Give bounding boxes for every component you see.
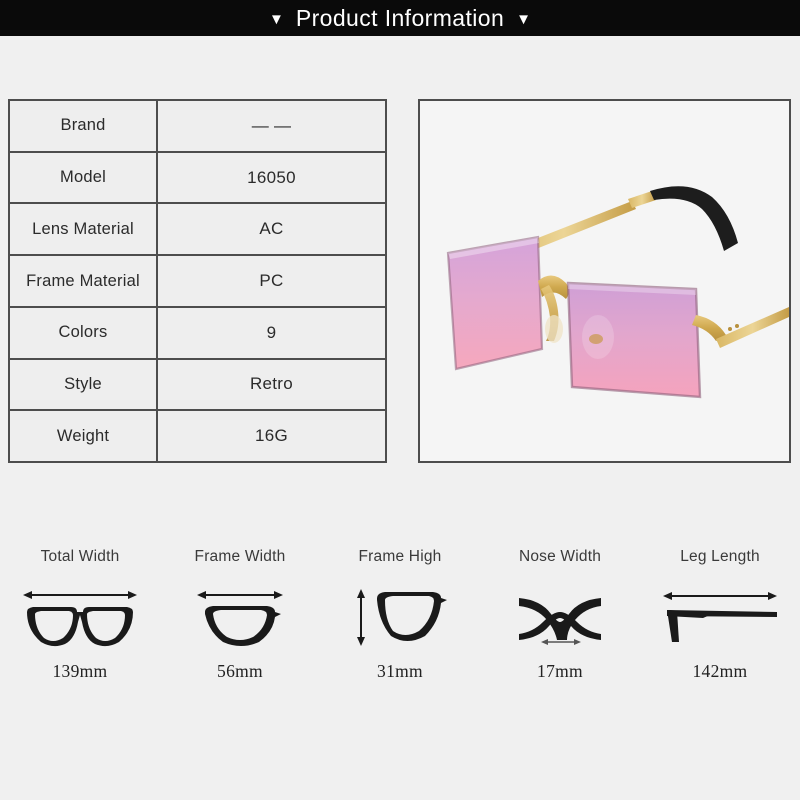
measurement-value: 142mm: [692, 661, 748, 681]
table-row: Colors 9: [10, 307, 385, 360]
measurement-value: 31mm: [377, 661, 423, 681]
table-row: Brand — —: [10, 101, 385, 153]
measurement-icon: [19, 581, 141, 653]
spec-value: 16050: [247, 167, 296, 187]
measurement-item: Leg Length 142mm: [640, 545, 800, 690]
measurement-label: Frame High: [358, 548, 442, 565]
spec-value: 9: [266, 322, 277, 342]
table-row: Lens Material AC: [10, 204, 385, 257]
spec-label: Model: [10, 152, 158, 203]
measurement-icon: [339, 581, 461, 653]
spec-label: Frame Material: [10, 256, 158, 306]
spec-value: AC: [259, 219, 284, 239]
table-row: Frame Material PC: [10, 256, 385, 308]
specification-table: Brand — — Model 16050 Lens Material AC Frame M…: [8, 99, 387, 463]
spec-label: Brand: [10, 101, 158, 151]
table-row: Style Retro: [10, 359, 385, 412]
spec-label: Lens Material: [10, 204, 158, 255]
measurement-label: Frame Width: [194, 548, 286, 565]
measurement-icon: [179, 581, 301, 653]
sunglasses-illustration: [420, 101, 789, 461]
page-header: ▼ Product Information ▼: [0, 0, 800, 36]
measurement-icon: [659, 581, 781, 653]
measurement-item: Nose Width 17mm: [480, 545, 640, 690]
horizontal-arrow-icon: [23, 591, 137, 599]
triangle-left-icon: ▼: [268, 10, 284, 28]
measurement-icon: [499, 581, 621, 653]
measurement-item: Frame High 31mm: [320, 545, 480, 690]
measurement-value: 139mm: [52, 661, 108, 681]
page-title: Product Information: [295, 4, 505, 31]
product-photo-panel: [418, 99, 791, 463]
measurement-item: Total Width 139mm: [0, 545, 160, 690]
measurement-label: Nose Width: [518, 548, 602, 565]
measurement-label: Total Width: [40, 548, 120, 565]
measurement-value: 56mm: [217, 661, 263, 681]
single-lens-icon: [197, 591, 283, 646]
spec-label: Style: [10, 359, 158, 410]
triangle-right-icon: ▼: [516, 10, 532, 28]
spec-label: Weight: [10, 411, 158, 462]
table-row: Weight 16G: [10, 411, 385, 462]
vertical-arrow-icon: [357, 589, 365, 646]
measurement-item: Frame Width 56mm: [160, 545, 320, 690]
horizontal-arrow-icon: [197, 591, 283, 599]
spec-value: 16G: [254, 426, 289, 446]
nose-bridge-icon: [519, 598, 601, 645]
spec-value: PC: [259, 271, 284, 291]
temple-arm-icon: [663, 592, 777, 642]
full-glasses-icon: [23, 591, 137, 647]
single-lens-icon: [357, 589, 447, 646]
spec-value: Retro: [249, 374, 294, 394]
measurements-strip: Total Width 139mm Frame Width 56mm Frame H…: [0, 545, 800, 690]
measurement-label: Leg Length: [680, 548, 760, 565]
top-section: Brand — — Model 16050 Lens Material AC Frame M…: [0, 99, 800, 463]
spec-label: Colors: [10, 307, 158, 358]
table-row: Model 16050: [10, 152, 385, 205]
measurement-value: 17mm: [537, 661, 583, 681]
horizontal-arrow-icon: [663, 592, 777, 600]
spec-value: — —: [251, 115, 292, 135]
product-photo: [420, 101, 789, 461]
